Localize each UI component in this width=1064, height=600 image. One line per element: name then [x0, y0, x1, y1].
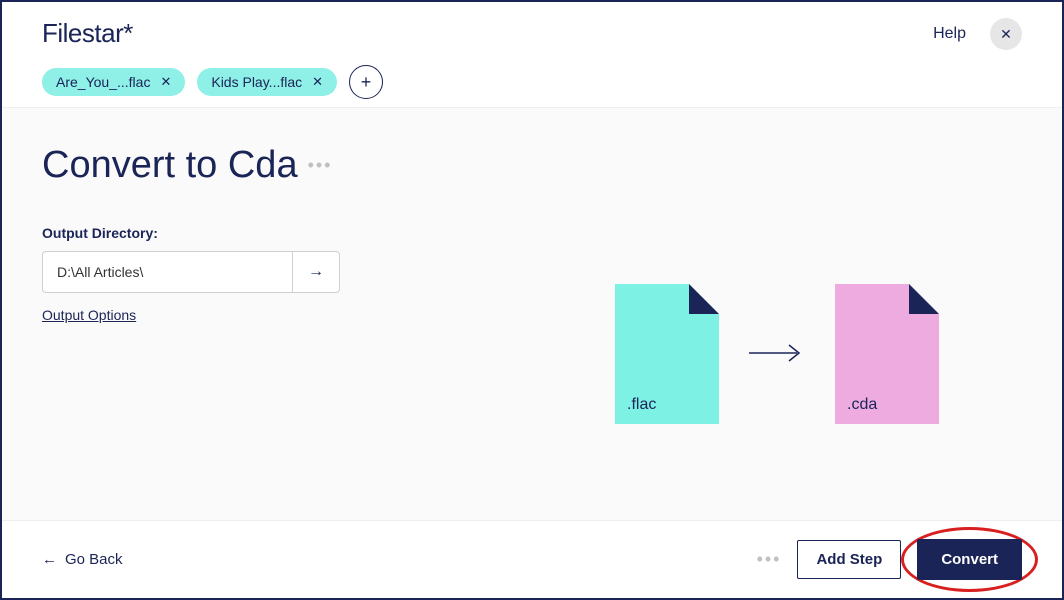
browse-directory-button[interactable]: →: [292, 251, 340, 293]
arrow-right-icon: [749, 338, 805, 370]
file-chip-remove[interactable]: ✕: [160, 74, 171, 90]
help-link[interactable]: Help: [933, 25, 966, 43]
file-ext-target: .cda: [847, 396, 877, 414]
convert-button[interactable]: Convert: [917, 539, 1022, 580]
file-ext-source: .flac: [627, 396, 656, 414]
conversion-graphic: .flac .cda: [532, 144, 1022, 523]
file-icon-source: .flac: [615, 284, 719, 424]
file-chip-label: Are_You_...flac: [56, 74, 150, 90]
page-title-text: Convert to Cda: [42, 144, 298, 187]
output-options-link[interactable]: Output Options: [42, 307, 136, 323]
file-chip[interactable]: Are_You_...flac ✕: [42, 68, 185, 96]
file-chip-remove[interactable]: ✕: [312, 74, 323, 90]
close-icon: ✕: [1000, 26, 1012, 43]
go-back-label: Go Back: [65, 551, 123, 568]
file-chip-label: Kids Play...flac: [211, 74, 302, 90]
title-options-icon[interactable]: •••: [308, 155, 333, 176]
footer-options-icon[interactable]: •••: [757, 549, 782, 570]
add-file-button[interactable]: +: [349, 65, 383, 99]
close-button[interactable]: ✕: [990, 18, 1022, 50]
file-icon-target: .cda: [835, 284, 939, 424]
output-directory-input[interactable]: [42, 251, 292, 293]
file-chip[interactable]: Kids Play...flac ✕: [197, 68, 337, 96]
arrow-left-icon: ←: [42, 551, 57, 568]
page-title: Convert to Cda •••: [42, 144, 532, 187]
go-back-button[interactable]: ← Go Back: [42, 551, 123, 568]
add-step-button[interactable]: Add Step: [797, 540, 901, 579]
file-chips-row: Are_You_...flac ✕ Kids Play...flac ✕ +: [42, 65, 383, 99]
app-logo: Filestar*: [42, 18, 383, 49]
arrow-right-icon: →: [308, 263, 324, 281]
output-directory-label: Output Directory:: [42, 225, 532, 241]
